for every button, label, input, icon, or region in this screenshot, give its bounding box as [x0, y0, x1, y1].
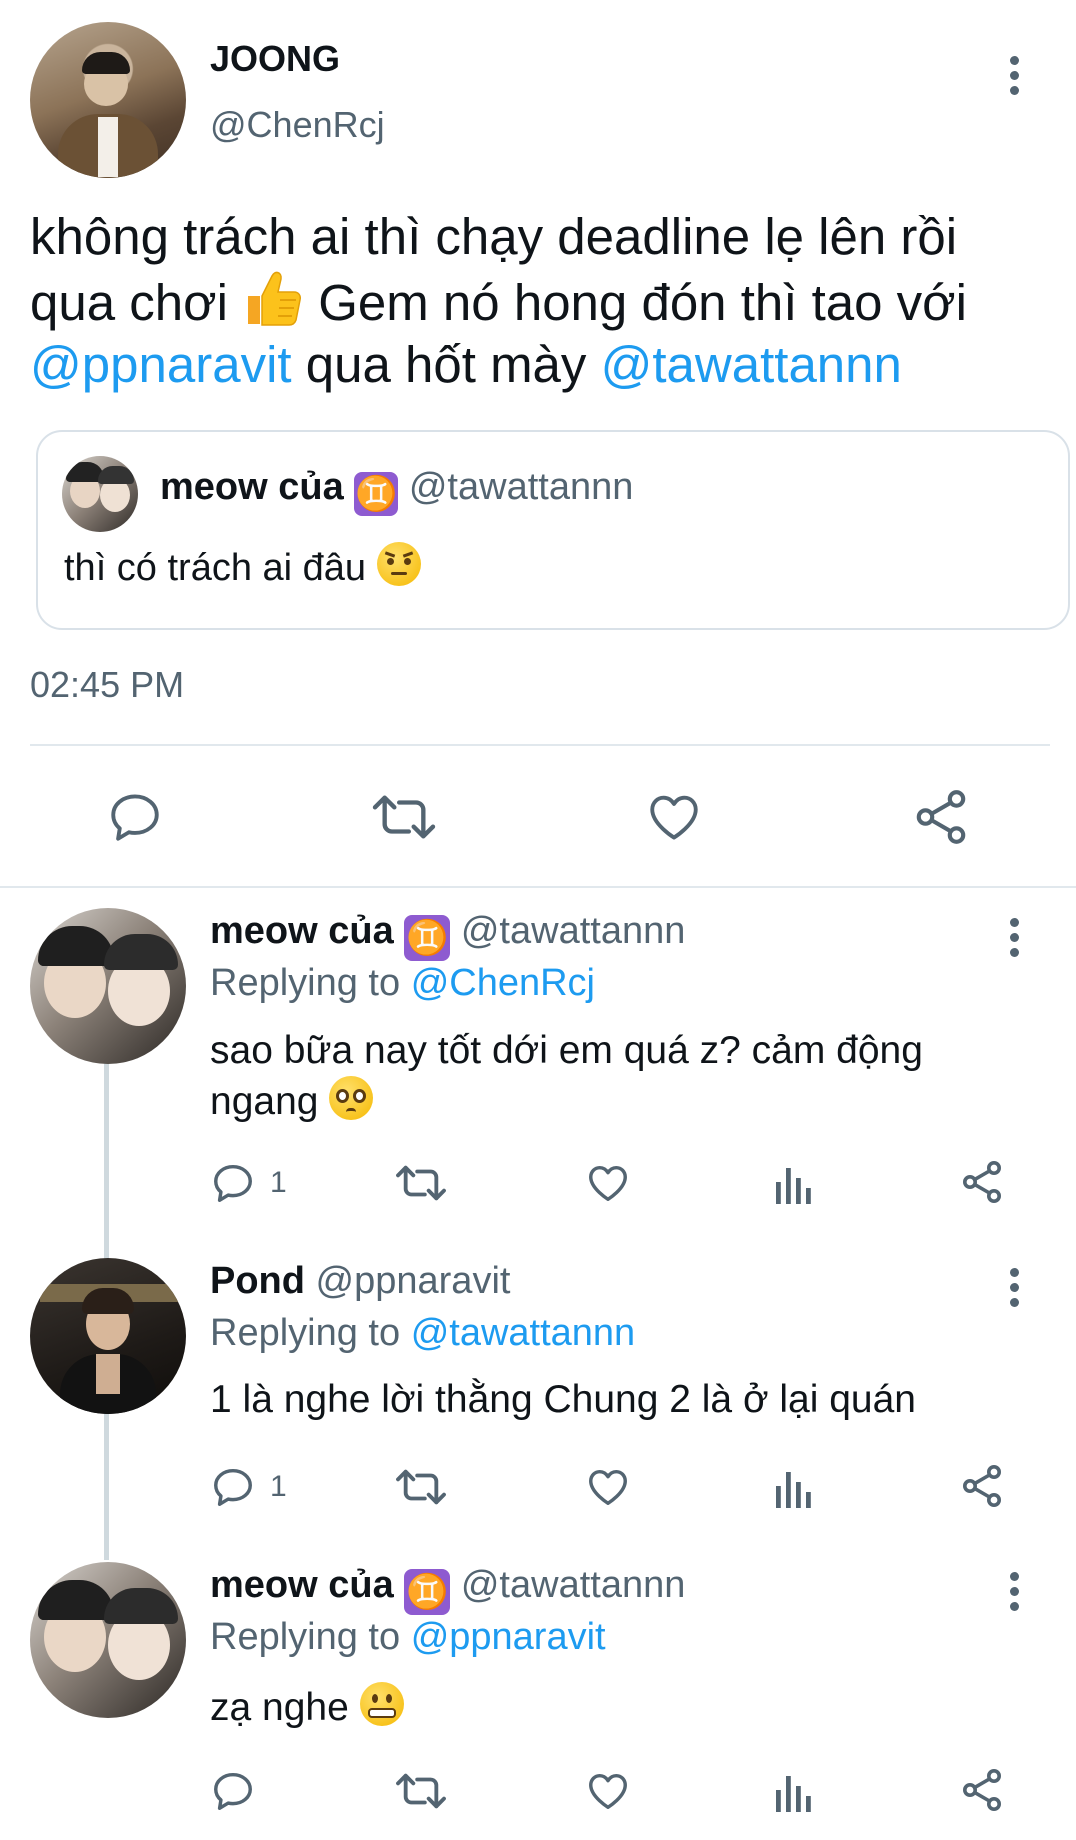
replying-to-mention[interactable]: @ChenRcj: [411, 962, 595, 1004]
main-author-avatar[interactable]: [30, 22, 186, 178]
more-options-icon[interactable]: [1010, 1572, 1020, 1617]
reply2-author-handle[interactable]: @ppnaravit: [316, 1260, 511, 1302]
main-author-name[interactable]: JOONG: [210, 38, 340, 80]
quoted-tweet-card[interactable]: meow của ♊ @tawattannn thì có trách ai đ…: [36, 430, 1070, 630]
quoted-tweet-text: thì có trách ai đâu: [64, 547, 367, 589]
reply1-author-handle[interactable]: @tawattannn: [461, 910, 686, 952]
like-icon[interactable]: [584, 1768, 632, 1814]
analytics-icon[interactable]: [774, 1466, 814, 1510]
quoted-author-handle[interactable]: @tawattannn: [409, 466, 634, 508]
replying-to-label: Replying to: [210, 1616, 401, 1658]
mention-tawattannn[interactable]: @tawattannn: [601, 336, 902, 393]
main-tweet-text: không trách ai thì chạy deadline lẹ lên …: [30, 206, 1050, 396]
reply-icon[interactable]: [210, 1160, 256, 1206]
reply1-replying-to: Replying to @ChenRcj: [210, 962, 595, 1005]
reply1-text: sao bữa nay tốt dới em quá z? cảm động n…: [210, 1026, 1050, 1127]
like-icon[interactable]: [584, 1464, 632, 1510]
gemini-badge-icon: ♊: [354, 472, 399, 516]
like-icon[interactable]: [644, 788, 704, 846]
reply3-author-avatar[interactable]: [30, 1562, 186, 1718]
analytics-icon[interactable]: [774, 1162, 814, 1206]
replying-to-label: Replying to: [210, 962, 401, 1004]
reply3-text: zạ nghe: [210, 1686, 349, 1729]
reply3-author-name[interactable]: meow của: [210, 1564, 394, 1606]
retweet-icon[interactable]: [394, 1464, 448, 1510]
reply1-author-avatar[interactable]: [30, 908, 186, 1064]
more-options-icon[interactable]: [1010, 1268, 1020, 1313]
tweet-timestamp[interactable]: 02:45 PM: [30, 664, 184, 706]
gemini-badge-icon: ♊: [404, 1569, 451, 1615]
more-options-icon[interactable]: [1010, 56, 1020, 101]
reply-count: 1: [270, 1166, 287, 1199]
reply-icon[interactable]: [106, 788, 164, 846]
reply3-author-handle[interactable]: @tawattannn: [461, 1564, 686, 1606]
pleading-face-emoji-icon: [329, 1076, 374, 1120]
main-tweet-line2: qua chơi Gem nó hong đón thì tao với: [30, 268, 1050, 334]
reply3-text-line: zạ nghe: [210, 1682, 404, 1730]
section-divider: [0, 886, 1076, 888]
like-icon[interactable]: [584, 1160, 632, 1206]
reply1-text-line2-wrap: ngang: [210, 1076, 1050, 1127]
reply2-replying-to: Replying to @tawattannn: [210, 1312, 635, 1355]
analytics-icon[interactable]: [774, 1770, 814, 1814]
main-tweet-line3-text: qua hốt mày: [305, 336, 587, 393]
reply2-author-avatar[interactable]: [30, 1258, 186, 1414]
share-icon[interactable]: [958, 1158, 1006, 1206]
more-options-icon[interactable]: [1010, 918, 1020, 963]
reply-count: 1: [270, 1470, 287, 1503]
reply-icon[interactable]: [210, 1464, 256, 1510]
retweet-icon[interactable]: [394, 1160, 448, 1206]
angry-face-emoji-icon: [376, 542, 421, 586]
reply1-author-line: meow của ♊ @tawattannn: [210, 910, 685, 961]
timestamp-divider: [30, 744, 1050, 746]
quoted-tweet-text-line: thì có trách ai đâu: [64, 542, 421, 590]
reply1-text-line1: sao bữa nay tốt dới em quá z? cảm động: [210, 1029, 923, 1072]
retweet-icon[interactable]: [370, 788, 438, 846]
share-icon[interactable]: [958, 1462, 1006, 1510]
mention-ppnaravit[interactable]: @ppnaravit: [30, 336, 292, 393]
reply1-text-line2: ngang: [210, 1080, 319, 1123]
grimacing-face-emoji-icon: [359, 1682, 404, 1726]
replying-to-mention[interactable]: @tawattannn: [411, 1312, 636, 1354]
main-author-handle[interactable]: @ChenRcj: [210, 104, 385, 146]
main-tweet-line2b: Gem nó hong đón thì tao với: [318, 274, 967, 331]
main-tweet-line2a: qua chơi: [30, 274, 228, 331]
reply3-replying-to: Replying to @ppnaravit: [210, 1616, 606, 1659]
retweet-icon[interactable]: [394, 1768, 448, 1814]
reply2-author-line: Pond @ppnaravit: [210, 1260, 510, 1303]
quoted-author-avatar[interactable]: [62, 456, 138, 532]
reply-icon[interactable]: [210, 1768, 256, 1814]
reply1-author-name[interactable]: meow của: [210, 910, 394, 952]
main-tweet-line1: không trách ai thì chạy deadline lẹ lên …: [30, 208, 958, 265]
quoted-author-name[interactable]: meow của: [160, 466, 344, 508]
reply2-author-name[interactable]: Pond: [210, 1260, 305, 1302]
share-icon[interactable]: [910, 786, 972, 848]
thumbs-up-emoji-icon: [242, 268, 304, 326]
replying-to-mention[interactable]: @ppnaravit: [411, 1616, 606, 1658]
share-icon[interactable]: [958, 1766, 1006, 1814]
quoted-author-line: meow của ♊ @tawattannn: [160, 466, 633, 516]
reply2-text: 1 là nghe lời thằng Chung 2 là ở lại quá…: [210, 1378, 916, 1421]
gemini-badge-icon: ♊: [404, 915, 451, 961]
main-tweet-line3: @ppnaravit qua hốt mày @tawattannn: [30, 334, 1050, 396]
reply3-author-line: meow của ♊ @tawattannn: [210, 1564, 685, 1615]
replying-to-label: Replying to: [210, 1312, 401, 1354]
